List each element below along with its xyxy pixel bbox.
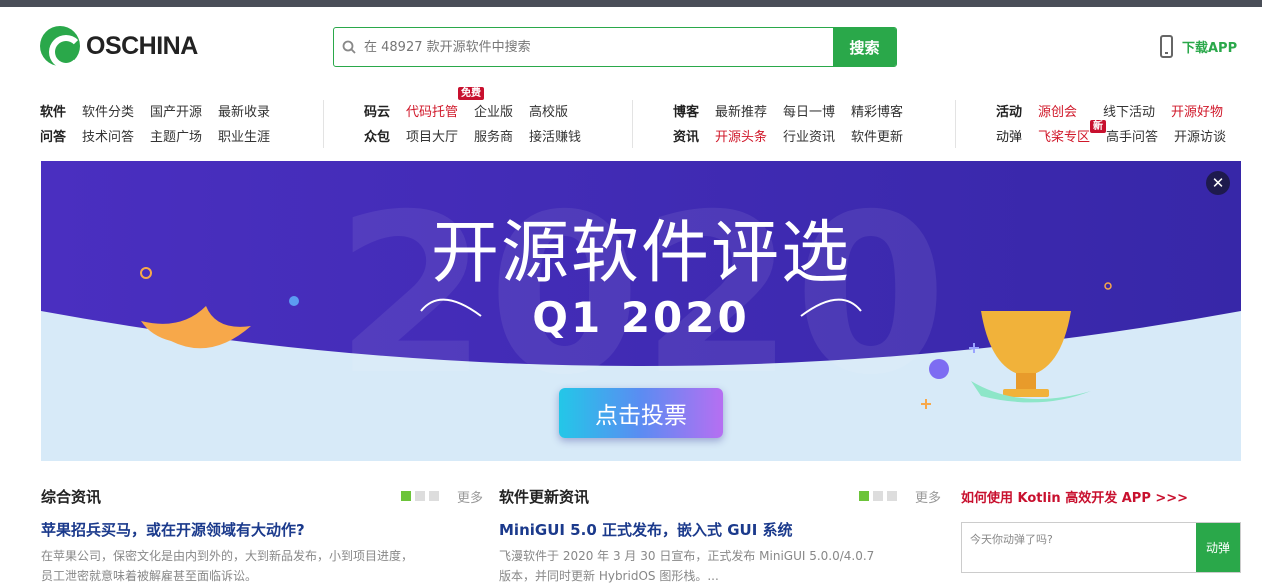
nav-item[interactable]: 技术问答 — [82, 126, 134, 145]
tweet-input[interactable]: 今天你动弹了吗? — [962, 523, 1196, 572]
pager-dot[interactable] — [858, 491, 869, 501]
nav-group-software: 软件 软件分类 国产开源 最新收录 问答 技术问答 主题广场 职业生涯 — [40, 98, 286, 152]
nav-item[interactable]: 主题广场 — [150, 126, 202, 145]
nav-key-tweet[interactable]: 动弹 — [996, 126, 1022, 145]
nav-item[interactable]: 国产开源 — [150, 101, 202, 120]
nav-item[interactable]: 软件分类 — [82, 101, 134, 120]
nav-row: 码云 代码托管 免费 企业版 高校版 — [364, 87, 597, 123]
nav-row: 动弹 飞桨专区新 高手问答 开源访谈 — [996, 120, 1242, 148]
header: OSCHINA 搜索 下载APP — [0, 7, 1262, 85]
nav-item[interactable]: 接活赚钱 — [529, 126, 581, 145]
nav-divider — [955, 100, 956, 148]
nav-item[interactable]: 开源好物 — [1171, 101, 1223, 120]
article-summary: 飞漫软件于 2020 年 3 月 30 日宣布，正式发布 MiniGUI 5.0… — [499, 546, 941, 586]
nav-group-events: 活动 源创会 线下活动 开源好物 动弹 飞桨专区新 高手问答 开源访谈 — [996, 98, 1242, 152]
search-input[interactable] — [364, 28, 833, 66]
nav-item-label: 飞桨专区 — [1038, 130, 1091, 145]
new-badge: 新 — [1090, 120, 1107, 133]
free-badge: 免费 — [458, 87, 485, 100]
download-app-label: 下载APP — [1182, 41, 1238, 56]
column-header: 软件更新资讯 更多 — [499, 484, 941, 508]
summary-line: 飞漫软件于 2020 年 3 月 30 日宣布，正式发布 MiniGUI 5.0… — [499, 549, 875, 563]
promo-banner[interactable]: 2020 开源软件评选 Q1 2020 点击投票 ✕ — [41, 161, 1241, 461]
news-column: 综合资讯 更多 苹果招兵买马，或在开源领域有大动作? 在苹果公司，保密文化是由内… — [41, 484, 483, 586]
kotlin-promo-link[interactable]: 如何使用 Kotlin 高效开发 APP >>> — [961, 487, 1188, 506]
pager-dot[interactable] — [886, 491, 897, 501]
pager-dot[interactable] — [400, 491, 411, 501]
pager-dot[interactable] — [414, 491, 425, 501]
nav-key-news[interactable]: 资讯 — [673, 126, 699, 145]
main-nav: 软件 软件分类 国产开源 最新收录 问答 技术问答 主题广场 职业生涯 码云 代… — [40, 87, 1242, 152]
summary-line: 在苹果公司，保密文化是由内到外的，大到新品发布，小到项目进度， — [41, 549, 414, 563]
search-icon — [334, 28, 364, 66]
logo[interactable]: OSCHINA — [40, 26, 198, 69]
nav-group-gitee: 码云 代码托管 免费 企业版 高校版 众包 项目大厅 服务商 接活赚钱 — [364, 87, 597, 152]
nav-item[interactable]: 精彩博客 — [851, 101, 903, 120]
nav-item[interactable]: 项目大厅 — [406, 126, 458, 145]
nav-divider — [632, 100, 633, 148]
nav-key-qa[interactable]: 问答 — [40, 126, 66, 145]
article-title[interactable]: MiniGUI 5.0 正式发布，嵌入式 GUI 系统 — [499, 519, 941, 540]
close-icon[interactable]: ✕ — [1206, 171, 1230, 195]
nav-item-headlines[interactable]: 开源头条 — [715, 126, 767, 145]
phone-icon — [1160, 35, 1173, 58]
nav-key-software[interactable]: 软件 — [40, 101, 66, 120]
nav-item[interactable]: 高手问答 — [1106, 126, 1158, 145]
banner-subtitle: Q1 2020 — [532, 293, 750, 342]
nav-item[interactable]: 高校版 — [529, 101, 568, 120]
summary-line: 员工泄密就意味着被解雇甚至面临诉讼。 — [41, 569, 258, 583]
nav-row: 资讯 开源头条 行业资讯 软件更新 — [673, 123, 919, 148]
pager-dots — [855, 491, 897, 501]
nav-item[interactable]: 线下活动 — [1103, 101, 1155, 120]
nav-row: 众包 项目大厅 服务商 接活赚钱 — [364, 123, 597, 148]
column-title: 软件更新资讯 — [499, 487, 590, 506]
nav-row: 活动 源创会 线下活动 开源好物 — [996, 98, 1242, 123]
tweet-button[interactable]: 动弹 — [1196, 523, 1240, 572]
column-header: 综合资讯 更多 — [41, 484, 483, 508]
article-summary: 在苹果公司，保密文化是由内到外的，大到新品发布，小到项目进度， 员工泄密就意味着… — [41, 546, 483, 586]
search-button[interactable]: 搜索 — [833, 28, 896, 66]
pager-dot[interactable] — [872, 491, 883, 501]
nav-item[interactable]: 行业资讯 — [783, 126, 835, 145]
nav-item-paddle[interactable]: 飞桨专区新 — [1038, 120, 1107, 145]
tweet-box: 今天你动弹了吗? 动弹 — [961, 522, 1241, 573]
nav-row: 博客 最新推荐 每日一博 精彩博客 — [673, 98, 919, 123]
nav-key-blog[interactable]: 博客 — [673, 101, 699, 120]
nav-item[interactable]: 源创会 — [1038, 101, 1077, 120]
banner-title: 开源软件评选 — [430, 214, 851, 293]
summary-line: 版本，并同时更新 HybridOS 图形栈。... — [499, 569, 719, 583]
nav-item[interactable]: 开源访谈 — [1174, 126, 1226, 145]
nav-key-crowdsource[interactable]: 众包 — [364, 126, 390, 145]
nav-item[interactable]: 软件更新 — [851, 126, 903, 145]
nav-item[interactable]: 最新推荐 — [715, 101, 767, 120]
nav-item[interactable]: 服务商 — [474, 126, 513, 145]
software-news-column: 软件更新资讯 更多 MiniGUI 5.0 正式发布，嵌入式 GUI 系统 飞漫… — [499, 484, 941, 586]
nav-row: 软件 软件分类 国产开源 最新收录 — [40, 98, 286, 123]
search-bar: 搜索 — [333, 27, 897, 67]
nav-item[interactable]: 每日一博 — [783, 101, 835, 120]
nav-item[interactable]: 最新收录 — [218, 101, 270, 120]
nav-item[interactable]: 职业生涯 — [218, 126, 270, 145]
pager-dots — [397, 491, 439, 501]
top-bar — [0, 0, 1262, 7]
vote-button[interactable]: 点击投票 — [559, 388, 723, 438]
nav-divider — [323, 100, 324, 148]
nav-item-label: 代码托管 — [406, 105, 459, 120]
more-link[interactable]: 更多 — [915, 487, 941, 506]
nav-key-gitee[interactable]: 码云 — [364, 101, 390, 120]
logo-text: OSCHINA — [86, 31, 198, 60]
nav-item[interactable]: 企业版 — [474, 101, 513, 120]
more-link[interactable]: 更多 — [457, 487, 483, 506]
nav-row: 问答 技术问答 主题广场 职业生涯 — [40, 123, 286, 148]
column-title: 综合资讯 — [41, 487, 102, 506]
nav-item-code-hosting[interactable]: 代码托管 免费 — [406, 87, 485, 120]
nav-key-events[interactable]: 活动 — [996, 101, 1022, 120]
pager-dot[interactable] — [428, 491, 439, 501]
nav-group-blog: 博客 最新推荐 每日一博 精彩博客 资讯 开源头条 行业资讯 软件更新 — [673, 98, 919, 152]
download-app-link[interactable]: 下载APP — [1160, 35, 1237, 58]
article-title[interactable]: 苹果招兵买马，或在开源领域有大动作? — [41, 519, 483, 540]
logo-icon — [40, 26, 83, 69]
